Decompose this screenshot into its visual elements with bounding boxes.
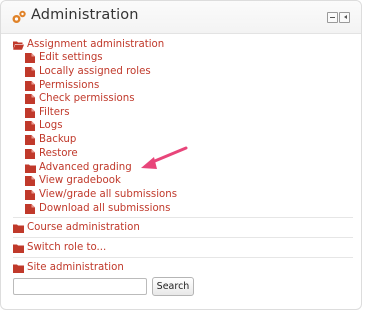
divider [13, 237, 353, 238]
tree-item-label: Course administration [27, 222, 140, 233]
file-icon [25, 149, 35, 159]
divider [13, 257, 353, 258]
gears-icon [12, 10, 26, 23]
tree-item-label: View/grade all submissions [39, 189, 178, 200]
file-icon [25, 121, 35, 131]
collapse-icon[interactable] [339, 12, 350, 23]
file-icon [25, 204, 35, 214]
file-icon [25, 53, 35, 63]
tree-item-label: View gradebook [39, 175, 121, 186]
tree-item-label: Logs [39, 120, 63, 131]
tree-item-label: Restore [39, 148, 78, 159]
file-icon [25, 94, 35, 104]
tree-item-label: Filters [39, 107, 70, 118]
folder-icon [13, 264, 24, 273]
annotation-arrow-icon [141, 146, 188, 169]
search-button[interactable]: Search [152, 277, 194, 296]
file-icon [25, 190, 35, 200]
file-icon [25, 135, 35, 145]
search-input[interactable] [13, 278, 147, 295]
tree-item-label: Edit settings [39, 52, 103, 63]
divider [13, 217, 353, 218]
folder-icon [13, 244, 24, 253]
tree-item-label: Locally assigned roles [39, 66, 151, 77]
folder-icon [25, 164, 36, 173]
file-icon [25, 67, 35, 77]
block-header: Administration [1, 1, 361, 34]
folder-open-icon [13, 41, 24, 50]
tree-item-label: Check permissions [39, 93, 135, 104]
tree-item-label: Site administration [27, 262, 124, 273]
tree-item-label: Backup [39, 134, 77, 145]
folder-icon [13, 224, 24, 233]
tree-item-label: Download all submissions [39, 203, 171, 214]
tree-item-label: Permissions [39, 80, 100, 91]
tree-item-label: Switch role to... [27, 242, 107, 253]
file-icon [25, 81, 35, 91]
file-icon [25, 176, 35, 186]
file-icon [25, 108, 35, 118]
tree-item-label: Advanced grading [39, 162, 132, 173]
dock-icon[interactable] [327, 12, 338, 23]
block-title: Administration [31, 7, 139, 23]
tree-item-label: Assignment administration [27, 39, 165, 50]
